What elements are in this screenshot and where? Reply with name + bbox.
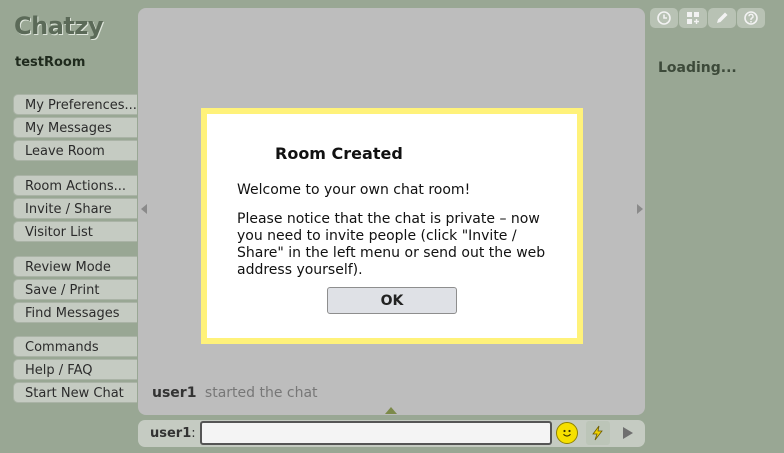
message-text: started the chat	[204, 385, 318, 401]
lightning-icon[interactable]	[586, 421, 610, 445]
menu-save-print[interactable]: Save / Print	[13, 279, 137, 300]
input-username: user1	[150, 426, 192, 441]
menu-visitor-list[interactable]: Visitor List	[13, 221, 137, 242]
menu-group-account: My Preferences... My Messages Leave Room	[13, 94, 137, 163]
chatzy-logo: Chatzy	[14, 12, 103, 40]
ok-button[interactable]: OK	[327, 287, 457, 314]
clock-icon[interactable]	[650, 8, 678, 28]
help-icon[interactable]	[737, 8, 765, 28]
room-name: testRoom	[15, 55, 86, 70]
menu-start-new-chat[interactable]: Start New Chat	[13, 382, 137, 403]
loading-status: Loading...	[658, 60, 737, 76]
collapse-right-arrow-icon[interactable]	[637, 204, 643, 214]
menu-room-actions[interactable]: Room Actions...	[13, 175, 137, 196]
pencil-icon[interactable]	[708, 8, 736, 28]
menu-group-room: Room Actions... Invite / Share Visitor L…	[13, 175, 137, 244]
grid-icon[interactable]	[679, 8, 707, 28]
collapse-left-arrow-icon[interactable]	[141, 204, 147, 214]
dialog-welcome-text: Welcome to your own chat room!	[237, 182, 471, 198]
input-user-label: user1:	[150, 426, 196, 441]
menu-commands[interactable]: Commands	[13, 336, 137, 357]
input-colon: :	[191, 426, 196, 441]
smiley-icon[interactable]	[556, 422, 578, 444]
menu-my-messages[interactable]: My Messages	[13, 117, 137, 138]
menu-review-mode[interactable]: Review Mode	[13, 256, 137, 277]
menu-leave-room[interactable]: Leave Room	[13, 140, 137, 161]
menu-my-preferences[interactable]: My Preferences...	[13, 94, 137, 115]
scroll-marker-icon	[385, 407, 397, 414]
dialog-notice-text: Please notice that the chat is private –…	[237, 211, 546, 278]
menu-find-messages[interactable]: Find Messages	[13, 302, 137, 323]
menu-group-help: Commands Help / FAQ Start New Chat	[13, 336, 137, 405]
chat-message: user1 started the chat	[152, 385, 318, 401]
top-toolbar	[650, 8, 765, 28]
message-username[interactable]: user1	[152, 385, 196, 401]
message-input[interactable]	[200, 421, 552, 445]
dialog-title: Room Created	[275, 144, 403, 163]
menu-invite-share[interactable]: Invite / Share	[13, 198, 137, 219]
menu-help-faq[interactable]: Help / FAQ	[13, 359, 137, 380]
menu-group-history: Review Mode Save / Print Find Messages	[13, 256, 137, 325]
send-icon[interactable]	[616, 421, 640, 445]
